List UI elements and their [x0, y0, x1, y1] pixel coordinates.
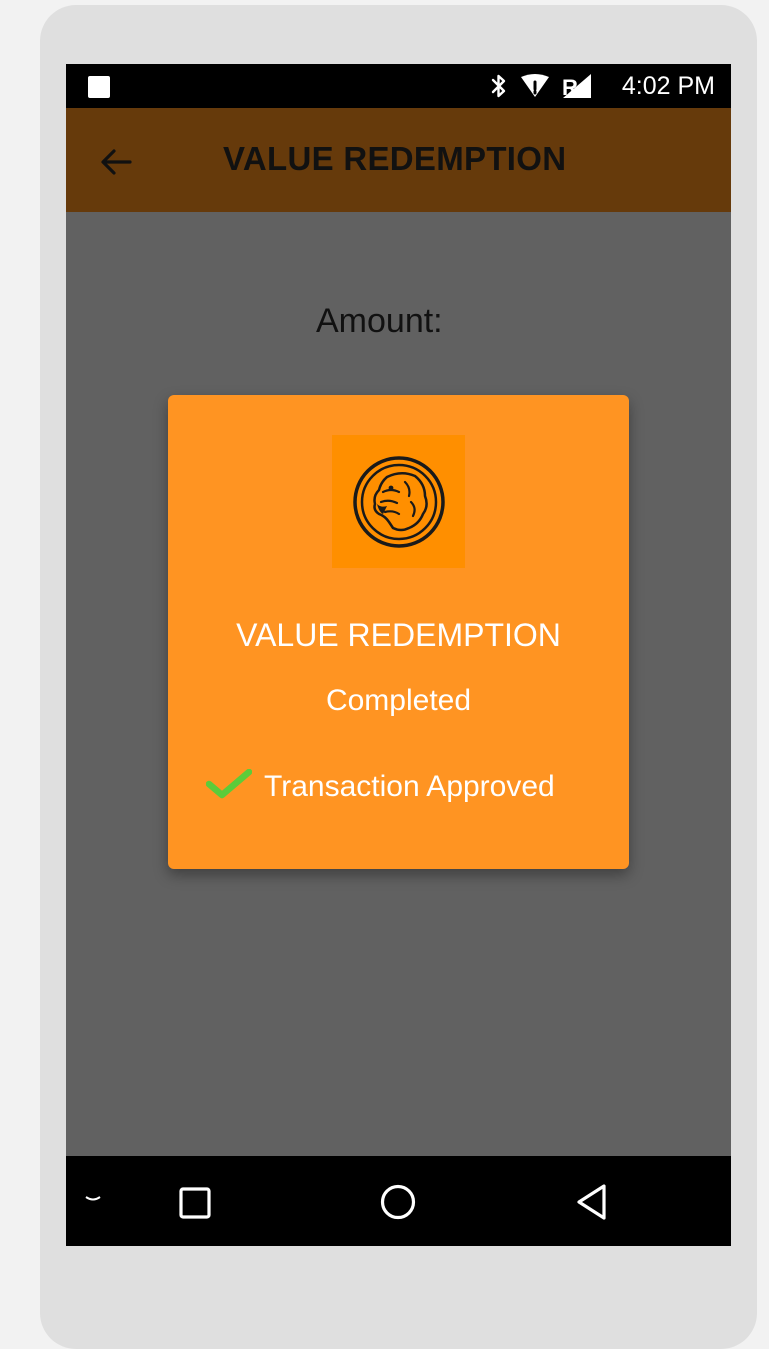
- status-time: 4:02 PM: [621, 71, 715, 100]
- dialog-title: VALUE REDEMPTION: [236, 617, 561, 653]
- home-circle-icon[interactable]: [378, 1182, 418, 1227]
- signal-icon: R: [562, 73, 592, 99]
- recents-square-icon[interactable]: [178, 1186, 212, 1225]
- page-title: VALUE REDEMPTION: [223, 140, 567, 177]
- transaction-dialog: VALUE REDEMPTION Completed Transaction A…: [168, 395, 629, 869]
- dialog-status: Completed: [325, 684, 472, 717]
- bluetooth-icon: [490, 73, 508, 99]
- approval-row: Transaction Approved: [205, 768, 555, 804]
- chevron-down-icon[interactable]: [82, 1192, 104, 1211]
- status-bar: R 4:02 PM: [66, 64, 731, 108]
- back-arrow-icon[interactable]: [98, 144, 134, 180]
- notification-square-icon: [88, 76, 110, 98]
- back-triangle-icon[interactable]: [574, 1182, 610, 1227]
- tiger-logo-icon: [352, 455, 445, 548]
- wifi-icon: [520, 74, 550, 98]
- navigation-bar: [66, 1156, 731, 1246]
- checkmark-icon: [205, 768, 253, 804]
- approval-text: Transaction Approved: [264, 769, 555, 803]
- status-icons: R 4:02 PM: [490, 64, 715, 108]
- tiger-logo: [332, 435, 465, 568]
- amount-label: Amount:: [316, 302, 443, 340]
- app-bar: VALUE REDEMPTION: [66, 108, 731, 212]
